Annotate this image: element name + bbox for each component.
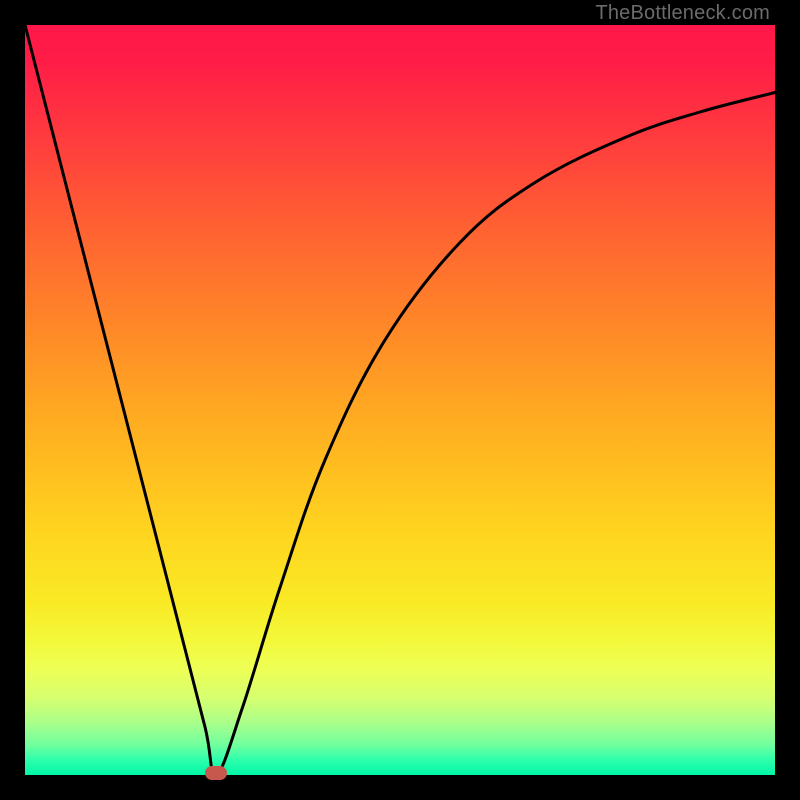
bottleneck-curve xyxy=(25,25,775,775)
optimal-point-marker xyxy=(205,766,227,780)
attribution-label: TheBottleneck.com xyxy=(595,2,770,25)
